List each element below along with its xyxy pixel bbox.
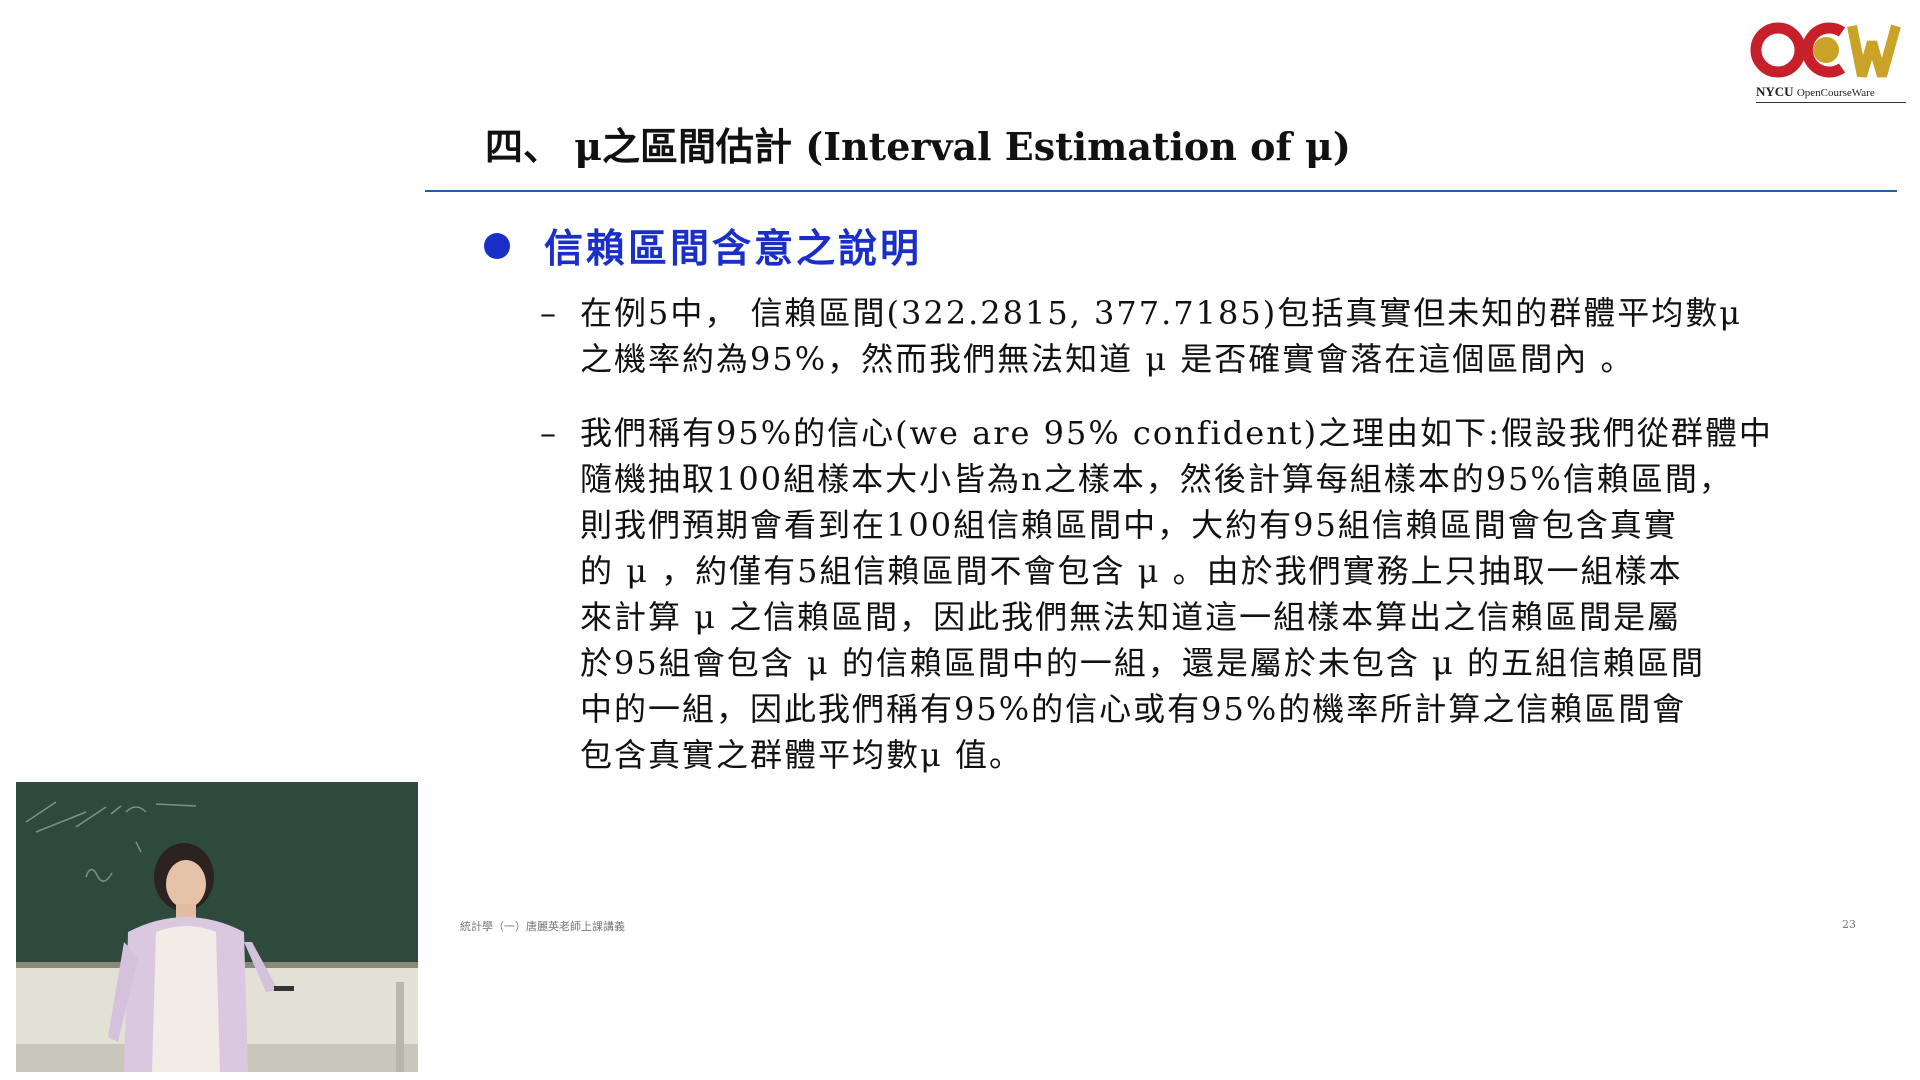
text-line: 的 μ ，約僅有5組信賴區間不會包含 μ 。由於我們實務上只抽取一組樣本 — [580, 552, 1683, 590]
logo-caption-ocw: OpenCourseWare — [1796, 87, 1875, 99]
logo-underline — [1756, 102, 1906, 103]
text-line: 於95組會包含 μ 的信賴區間中的一組，還是屬於未包含 μ 的五組信賴區間 — [580, 644, 1706, 682]
nycu-ocw-logo: NYCU OpenCourseWare — [1750, 18, 1910, 108]
logo-caption: NYCU OpenCourseWare — [1756, 84, 1916, 100]
text-line: 來計算 μ 之信賴區間，因此我們無法知道這一組樣本算出之信賴區間是屬 — [580, 598, 1682, 636]
footer-course-name: 統計學（一）唐麗英老師上課講義 — [460, 920, 625, 933]
text-line: 之機率約為95%，然而我們無法知道 μ 是否確實會落在這個區間內 。 — [580, 340, 1635, 378]
slide-title: 四、 μ之區間估計 (Interval Estimation of μ) — [485, 124, 1351, 169]
instructor-video — [16, 782, 418, 1072]
text-line: 中的一組，因此我們稱有95%的信心或有95%的機率所計算之信賴區間會 — [580, 690, 1687, 728]
text-line: 包含真實之群體平均數μ 值。 — [580, 736, 1023, 774]
logo-caption-nycu: NYCU — [1756, 84, 1794, 99]
dash-item-1-text: 在例5中， 信賴區間(322.2815, 377.7185)包括真實但未知的群體… — [580, 290, 1880, 382]
dash-item-2-text: 我們稱有95%的信心(we are 95% confident)之理由如下:假設… — [580, 410, 1880, 778]
bullet-dot-icon — [484, 233, 510, 259]
title-divider — [425, 190, 1897, 192]
bullet-heading-row: 信賴區間含意之說明 — [484, 218, 922, 274]
instructor-video-frame — [16, 782, 418, 1072]
page-number: 23 — [1842, 918, 1856, 931]
text-line: 則我們預期會看到在100組信賴區間中，大約有95組信賴區間會包含真實 — [580, 506, 1678, 544]
slide-page: NYCU OpenCourseWare 四、 μ之區間估計 (Interval … — [0, 0, 1920, 1080]
ocw-logo-icon — [1750, 22, 1901, 78]
text-line: 我們稱有95%的信心(we are 95% confident)之理由如下:假設… — [580, 414, 1773, 452]
dash-marker: – — [540, 294, 556, 332]
text-line: 隨機抽取100組樣本大小皆為n之樣本，然後計算每組樣本的95%信賴區間， — [580, 460, 1733, 498]
dash-marker: – — [540, 414, 556, 452]
bullet-heading: 信賴區間含意之說明 — [544, 226, 923, 272]
text-line: 在例5中， 信賴區間(322.2815, 377.7185)包括真實但未知的群體… — [580, 294, 1743, 332]
